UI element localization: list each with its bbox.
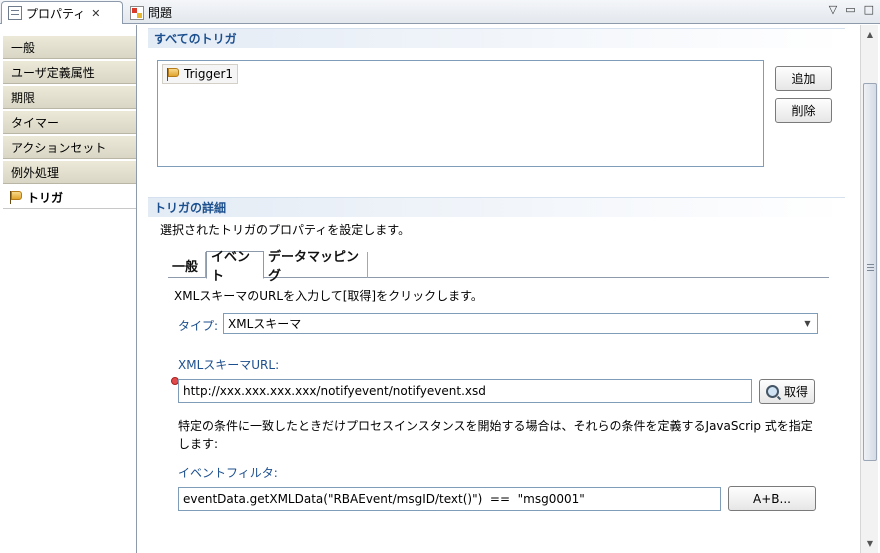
tab-label: 一般	[172, 259, 199, 275]
sidebar-item-trigger[interactable]: トリガ	[3, 186, 136, 209]
tab-general[interactable]: 一般	[168, 252, 206, 278]
list-item[interactable]: Trigger1	[162, 64, 239, 84]
type-select-value: XMLスキーマ	[228, 317, 302, 331]
detail-tab-strip: 一般 イベント データマッピング	[168, 250, 829, 284]
sidebar-item-general[interactable]: 一般	[3, 36, 136, 59]
section-title: トリガの詳細	[154, 201, 227, 215]
tab-event[interactable]: イベント	[206, 250, 264, 284]
add-button-label: 追加	[791, 72, 816, 86]
schema-url-label: XMLスキーマURL:	[178, 358, 280, 372]
sidebar-item-exception[interactable]: 例外処理	[3, 161, 136, 184]
tab-problems-label: 問題	[148, 6, 173, 20]
condition-description-line1: 特定の条件に一致したときだけプロセスインスタンスを開始する場合は、それらの条件を…	[178, 419, 813, 433]
trigger-list[interactable]: Trigger1	[157, 60, 764, 167]
expression-builder-button[interactable]: A+B...	[728, 486, 816, 511]
scroll-down-icon[interactable]: ▼	[862, 535, 878, 551]
section-trigger-details[interactable]: トリガの詳細	[148, 197, 845, 217]
sidebar-item-label: 例外処理	[11, 165, 60, 180]
sidebar-item-label: 期限	[11, 90, 36, 105]
problems-icon	[130, 5, 144, 20]
type-select[interactable]: XMLスキーマ ▼	[223, 313, 818, 334]
grip-icon	[867, 264, 874, 271]
sidebar-item-label: 一般	[11, 40, 36, 55]
scroll-up-icon[interactable]: ▲	[862, 26, 878, 42]
view-tab-bar: プロパティ ✕ 問題 ▽ ▭ □	[0, 0, 880, 24]
sidebar-item-label: トリガ	[27, 190, 64, 205]
chevron-down-icon[interactable]: ▼	[799, 315, 816, 332]
tab-data-mapping[interactable]: データマッピング	[264, 250, 368, 284]
sidebar-item-action-set[interactable]: アクションセット	[3, 136, 136, 159]
add-button[interactable]: 追加	[775, 66, 832, 91]
trigger-name: Trigger1	[184, 67, 234, 81]
tab-label: データマッピング	[268, 250, 360, 284]
schema-instruction: XMLスキーマのURLを入力して[取得]をクリックします。	[174, 289, 483, 303]
type-label: タイプ:	[178, 319, 219, 333]
view-menu-icon[interactable]: ▽	[829, 3, 837, 16]
property-sidebar: 一般 ユーザ定義属性 期限 タイマー アクションセット 例外処理 トリガ	[0, 25, 137, 553]
fetch-button[interactable]: 取得	[759, 379, 815, 404]
search-icon	[765, 385, 779, 398]
fetch-button-label: 取得	[783, 385, 808, 399]
properties-icon	[8, 6, 22, 20]
sidebar-item-user-attributes[interactable]: ユーザ定義属性	[3, 61, 136, 84]
section-all-triggers[interactable]: すべてのトリガ	[148, 28, 845, 48]
sidebar-item-label: アクションセット	[11, 140, 107, 155]
event-filter-input[interactable]	[178, 487, 721, 511]
scrollbar-thumb[interactable]	[863, 83, 877, 461]
delete-button-label: 削除	[791, 104, 816, 118]
properties-content: すべてのトリガ Trigger1 追加 削除 トリガの詳細 選択されたトリガのプ…	[138, 25, 860, 553]
flag-icon	[8, 190, 22, 204]
expression-button-label: A+B...	[753, 491, 791, 506]
close-icon[interactable]: ✕	[91, 7, 100, 20]
vertical-scrollbar[interactable]: ▲ ▼	[860, 25, 878, 553]
event-filter-label: イベントフィルタ:	[178, 466, 278, 480]
details-description: 選択されたトリガのプロパティを設定します。	[160, 223, 411, 237]
tab-properties[interactable]: プロパティ ✕	[1, 1, 123, 24]
sidebar-item-label: タイマー	[11, 115, 60, 130]
sidebar-item-timer[interactable]: タイマー	[3, 111, 136, 134]
sidebar-item-label: ユーザ定義属性	[11, 65, 95, 80]
condition-description-line2: します:	[178, 437, 219, 451]
sidebar-item-deadline[interactable]: 期限	[3, 86, 136, 109]
tab-problems[interactable]: 問題	[124, 1, 176, 24]
flag-icon	[165, 67, 179, 81]
tab-properties-label: プロパティ	[26, 6, 86, 21]
minimize-icon[interactable]: ▭	[845, 3, 855, 16]
tab-label: イベント	[211, 250, 251, 284]
delete-button[interactable]: 削除	[775, 98, 832, 123]
schema-url-input[interactable]	[178, 379, 752, 403]
maximize-icon[interactable]: □	[864, 3, 874, 16]
section-title: すべてのトリガ	[154, 32, 237, 46]
window-controls: ▽ ▭ □	[829, 3, 874, 16]
